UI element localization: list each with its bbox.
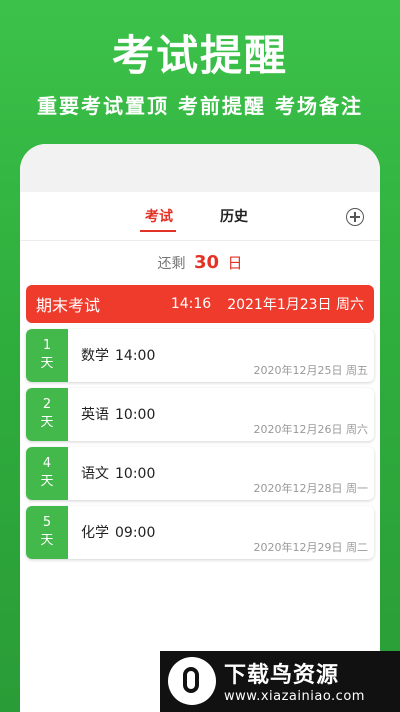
exam-date: 2020年12月28日 周一 (253, 482, 369, 495)
tab-bar: 考试 历史 (20, 192, 380, 241)
promo-title: 考试提醒 (111, 31, 288, 80)
tab-history[interactable]: 历史 (220, 206, 248, 226)
watermark-logo-icon (168, 657, 216, 705)
countdown-prefix: 还剩 (157, 256, 186, 272)
days-left-unit: 天 (40, 533, 54, 548)
exam-list-item[interactable]: 5 天 化学 09:00 2020年12月29日 周二 (26, 506, 374, 559)
exam-subject-name: 英语 (81, 407, 109, 423)
days-left-badge: 1 天 (26, 329, 68, 382)
exam-date: 2020年12月29日 周二 (253, 541, 369, 554)
exam-subject: 英语 10:00 (81, 404, 155, 424)
days-left-unit: 天 (40, 356, 54, 371)
exam-subject: 数学 14:00 (81, 345, 155, 365)
watermark-banner: 下载鸟资源 www.xiazainiao.com (160, 651, 400, 712)
days-left-unit: 天 (40, 474, 54, 489)
exam-time: 10:00 (115, 407, 156, 423)
exam-list: 1 天 数学 14:00 2020年12月25日 周五 2 天 英语 10:00 2… (20, 329, 380, 559)
watermark-url: www.xiazainiao.com (224, 689, 365, 704)
exam-subject-name: 数学 (81, 348, 109, 364)
watermark-title: 下载鸟资源 (224, 663, 340, 688)
status-bar (20, 144, 380, 192)
days-left-badge: 4 天 (26, 447, 68, 500)
exam-time: 09:00 (115, 525, 156, 541)
phone-screen: 考试 历史 还剩 30 日 期末考试 14:16 2021年1月23日 周六 1… (20, 144, 380, 712)
countdown: 还剩 30 日 (20, 241, 380, 285)
exam-subject-name: 化学 (81, 525, 109, 541)
exam-date: 2020年12月26日 周六 (253, 423, 369, 436)
tab-exam[interactable]: 考试 (145, 206, 173, 226)
countdown-days: 30 (193, 252, 220, 273)
days-left-value: 5 (42, 515, 52, 530)
exam-list-item[interactable]: 4 天 语文 10:00 2020年12月28日 周一 (26, 447, 374, 500)
pinned-exam-name: 期末考试 (36, 296, 101, 315)
exam-list-item[interactable]: 2 天 英语 10:00 2020年12月26日 周六 (26, 388, 374, 441)
pinned-exam-date: 2021年1月23日 周六 (227, 297, 364, 313)
exam-time: 14:00 (115, 348, 156, 364)
pinned-exam-time: 14:16 (170, 296, 212, 312)
days-left-value: 2 (42, 397, 52, 412)
pinned-exam-card[interactable]: 期末考试 14:16 2021年1月23日 周六 (26, 285, 374, 323)
days-left-value: 4 (42, 456, 52, 471)
exam-subject: 化学 09:00 (81, 522, 155, 542)
tab-active-indicator (140, 230, 176, 232)
days-left-badge: 5 天 (26, 506, 68, 559)
add-exam-button[interactable] (346, 208, 364, 226)
exam-time: 10:00 (115, 466, 156, 482)
days-left-unit: 天 (40, 415, 54, 430)
days-left-value: 1 (42, 338, 52, 353)
exam-subject: 语文 10:00 (81, 463, 155, 483)
exam-date: 2020年12月25日 周五 (253, 364, 369, 377)
days-left-badge: 2 天 (26, 388, 68, 441)
exam-list-item[interactable]: 1 天 数学 14:00 2020年12月25日 周五 (26, 329, 374, 382)
countdown-unit: 日 (227, 254, 243, 272)
promo-subtitle: 重要考试置顶 考前提醒 考场备注 (37, 94, 363, 118)
exam-subject-name: 语文 (81, 466, 109, 482)
